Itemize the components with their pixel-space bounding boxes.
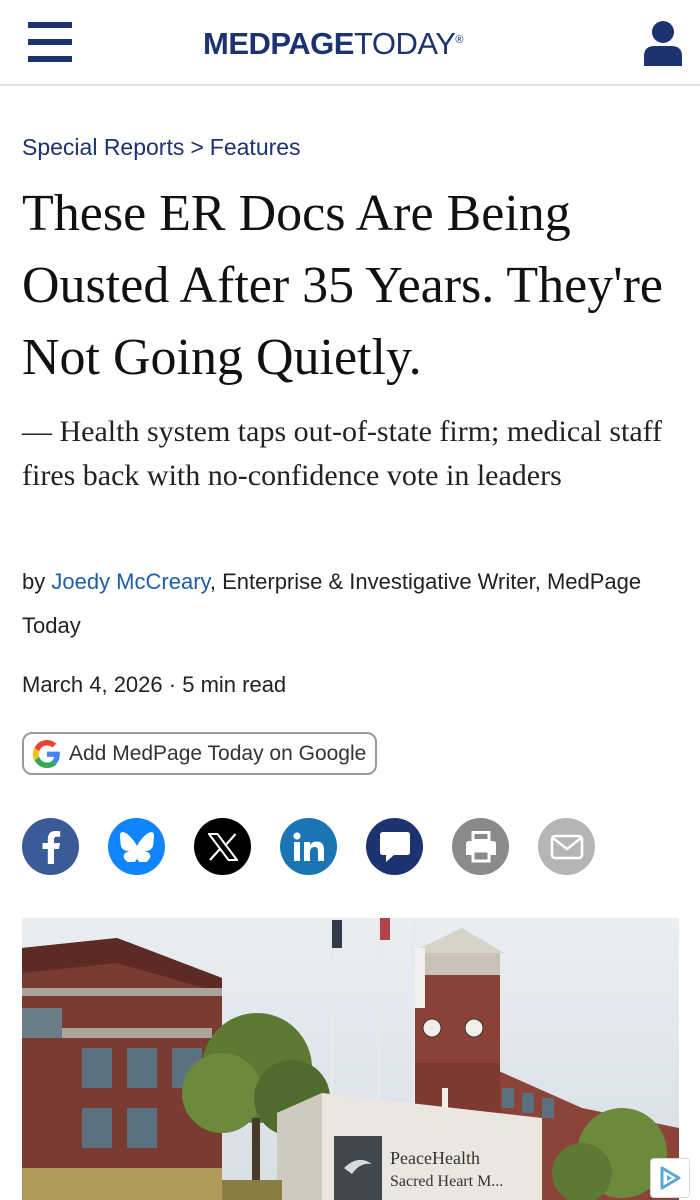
logo-light-text: TODAY — [353, 26, 456, 61]
author-link[interactable]: Joedy McCreary — [51, 569, 210, 594]
article-dek: — Health system taps out-of-state firm; … — [22, 415, 663, 492]
breadcrumb-separator: > — [190, 134, 204, 160]
bluesky-share-button[interactable] — [108, 818, 165, 875]
comments-button[interactable] — [366, 818, 423, 875]
google-g-icon — [33, 739, 60, 768]
breadcrumb-special-reports-link[interactable]: Special Reports — [22, 134, 184, 160]
share-buttons-row — [22, 818, 682, 876]
envelope-icon — [550, 834, 583, 859]
publish-date: March 4, 2026 — [22, 672, 163, 697]
top-nav-bar: MEDPAGETODAY® — [0, 0, 700, 86]
comment-bubble-icon — [379, 831, 410, 862]
article-headline: These ER Docs Are Being Ousted After 35 … — [22, 185, 663, 386]
byline-prefix: by — [22, 569, 52, 594]
user-account-icon[interactable] — [642, 20, 684, 66]
printer-icon — [465, 830, 496, 862]
print-button[interactable] — [452, 818, 509, 875]
email-share-button[interactable] — [538, 818, 595, 875]
x-share-button[interactable] — [194, 818, 251, 875]
facebook-icon — [42, 830, 60, 864]
x-logo-icon — [207, 832, 238, 861]
linkedin-icon — [292, 831, 324, 861]
article-lead-image: PeaceHealth Sacred Heart M... — [22, 918, 679, 1200]
dateline-dot: · — [168, 672, 177, 697]
logo-registered-mark: ® — [455, 34, 463, 46]
linkedin-share-button[interactable] — [280, 818, 337, 875]
medpage-today-logo[interactable]: MEDPAGETODAY® — [203, 24, 463, 64]
logo-bold-text: MEDPAGE — [203, 26, 354, 61]
add-on-google-label: Add MedPage Today on Google — [69, 741, 367, 765]
hamburger-menu-icon[interactable] — [28, 20, 72, 64]
article-dateline: March 4, 2026 · 5 min read — [22, 672, 286, 698]
breadcrumb: Special Reports > Features — [22, 134, 301, 161]
bluesky-butterfly-icon — [119, 831, 154, 862]
adchoices-icon[interactable] — [650, 1158, 690, 1198]
read-time: 5 min read — [182, 672, 287, 697]
article-byline: by Joedy McCreary, Enterprise & Investig… — [22, 560, 672, 648]
facebook-share-button[interactable] — [22, 818, 79, 875]
breadcrumb-features-link[interactable]: Features — [210, 134, 301, 160]
add-on-google-button[interactable]: Add MedPage Today on Google — [22, 732, 377, 775]
photo-sign-text-2: Sacred Heart M... — [390, 1173, 503, 1190]
photo-sign-text-1: PeaceHealth — [390, 1148, 480, 1168]
